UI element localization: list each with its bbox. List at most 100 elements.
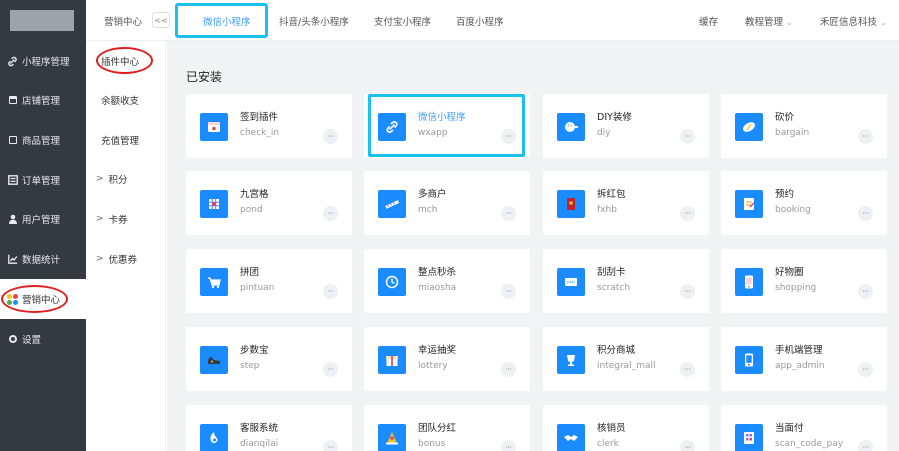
more-icon[interactable]: ···	[501, 129, 516, 144]
sidebar-item-stats[interactable]: 数据统计	[0, 239, 86, 279]
plugin-name: 砍价	[775, 112, 795, 123]
plugin-card-bonus[interactable]: 团队分红 bonus ···	[364, 405, 530, 451]
subnav-item-balance[interactable]: 余额收支	[86, 90, 166, 110]
list-icon	[7, 175, 18, 186]
subnav-item-label: 充值管理	[101, 136, 140, 147]
subnav-item-label: 积分	[108, 175, 128, 186]
more-icon[interactable]: ···	[858, 284, 873, 299]
plugin-card-scan-code-pay[interactable]: 当面付 scan_code_pay ···	[721, 405, 887, 451]
tab-alipay[interactable]: 支付宝小程序	[374, 14, 431, 28]
sidebar-item-settings[interactable]: 设置	[0, 319, 86, 359]
plugin-card-mch[interactable]: 多商户 mch ···	[364, 171, 530, 235]
more-icon[interactable]: ···	[680, 129, 695, 144]
sidebar-item-label: 营销中心	[22, 295, 61, 306]
more-icon[interactable]: ···	[858, 440, 873, 451]
collapse-button[interactable]: <<	[152, 12, 170, 28]
plugin-card-scratch[interactable]: 刮刮卡 scratch ···	[543, 249, 709, 313]
plugin-key: check_in	[240, 128, 280, 138]
more-icon[interactable]: ···	[858, 206, 873, 221]
tab-baidu[interactable]: 百度小程序	[456, 14, 504, 28]
chevron-right-icon: >	[96, 214, 104, 224]
tab-douyin[interactable]: 抖音/头条小程序	[279, 14, 349, 28]
more-icon[interactable]: ···	[323, 284, 338, 299]
plugin-card-shopping[interactable]: 好物圈 shopping ···	[721, 249, 887, 313]
sidebar-item-label: 小程序管理	[22, 57, 70, 68]
plugin-card-clerk[interactable]: 核销员 clerk ···	[543, 405, 709, 451]
subnav-item-cards[interactable]: > 卡券	[86, 209, 166, 229]
booking-icon	[735, 190, 763, 218]
plugin-name: 整点秒杀	[418, 267, 457, 278]
plugin-name: 九宫格	[240, 189, 269, 200]
more-icon[interactable]: ···	[858, 129, 873, 144]
plugin-key: shopping	[775, 283, 817, 293]
sidebar-item-label: 数据统计	[22, 255, 61, 266]
more-icon[interactable]: ···	[501, 362, 516, 377]
user-icon	[7, 214, 18, 225]
sidebar-item-label: 订单管理	[22, 176, 61, 187]
sidebar-item-users[interactable]: 用户管理	[0, 199, 86, 239]
subnav-item-coupons[interactable]: > 优惠券	[86, 249, 166, 269]
more-icon[interactable]: ···	[501, 206, 516, 221]
plugin-name: DIY装修	[597, 112, 632, 123]
plugin-card-fxhb[interactable]: 拆红包 fxhb ···	[543, 171, 709, 235]
plugin-card-step[interactable]: 步数宝 step ···	[186, 327, 352, 391]
sidebar-item-store[interactable]: 店铺管理	[0, 80, 86, 120]
more-icon[interactable]: ···	[680, 206, 695, 221]
plugin-card-diy[interactable]: DIY装修 diy ···	[543, 94, 709, 158]
plugin-name: 团队分红	[418, 423, 457, 434]
plugin-card-dianqilai[interactable]: 客服系统 dianqilai ···	[186, 405, 352, 451]
plugin-card-app-admin[interactable]: 手机端管理 app_admin ···	[721, 327, 887, 391]
sidebar-item-orders[interactable]: 订单管理	[0, 160, 86, 200]
subnav-item-points[interactable]: > 积分	[86, 169, 166, 189]
link-icon	[7, 56, 18, 67]
more-icon[interactable]: ···	[501, 284, 516, 299]
more-icon[interactable]: ···	[323, 129, 338, 144]
grid-icon	[200, 190, 228, 218]
plugin-card-check-in[interactable]: 签到插件 check_in ···	[186, 94, 352, 158]
team-icon	[378, 424, 406, 451]
highlight-box	[175, 3, 268, 38]
plugin-name: 拼团	[240, 267, 260, 278]
more-icon[interactable]: ···	[680, 362, 695, 377]
plugin-card-booking[interactable]: 预约 booking ···	[721, 171, 887, 235]
more-icon[interactable]: ···	[680, 440, 695, 451]
plugin-card-integral-mall[interactable]: 积分商城 integral_mall ···	[543, 327, 709, 391]
company-menu[interactable]: 禾匠信息科技 ⌄	[820, 14, 887, 28]
sidebar-item-goods[interactable]: 商品管理	[0, 120, 86, 160]
subnav-item-label: 卡券	[108, 215, 128, 226]
plugin-key: wxapp	[418, 128, 448, 138]
service-icon	[200, 424, 228, 451]
plugin-name: 微信小程序	[418, 112, 466, 123]
more-icon[interactable]: ···	[323, 362, 338, 377]
logo	[0, 0, 86, 41]
main-sidebar: 小程序管理 店铺管理 商品管理 订单管理 用户管理 数据统计 营销中心 设置	[0, 0, 86, 451]
plugin-card-pintuan[interactable]: 拼团 pintuan ···	[186, 249, 352, 313]
plugin-card-wxapp[interactable]: 微信小程序 wxapp ···	[364, 94, 530, 158]
gift-icon	[378, 346, 406, 374]
plugin-name: 客服系统	[240, 423, 279, 434]
plugin-key: pond	[240, 205, 263, 215]
shop-icon	[378, 190, 406, 218]
sidebar-item-miniprogram[interactable]: 小程序管理	[0, 41, 86, 81]
chevron-down-icon: ⌄	[786, 18, 793, 27]
plugin-card-bargain[interactable]: 砍价 bargain ···	[721, 94, 887, 158]
more-icon[interactable]: ···	[858, 362, 873, 377]
box-icon	[7, 135, 18, 146]
plugin-name: 步数宝	[240, 345, 269, 356]
plugin-key: scratch	[597, 283, 631, 293]
more-icon[interactable]: ···	[680, 284, 695, 299]
plugin-card-miaosha[interactable]: 整点秒杀 miaosha ···	[364, 249, 530, 313]
more-icon[interactable]: ···	[501, 440, 516, 451]
more-icon[interactable]: ···	[323, 440, 338, 451]
subnav-item-label: 优惠券	[108, 255, 138, 266]
more-icon[interactable]: ···	[323, 206, 338, 221]
tutorial-menu[interactable]: 教程管理 ⌄	[745, 14, 793, 28]
plugin-card-lottery[interactable]: 幸运抽奖 lottery ···	[364, 327, 530, 391]
plugin-card-pond[interactable]: 九宫格 pond ···	[186, 171, 352, 235]
subnav-item-recharge[interactable]: 充值管理	[86, 130, 166, 150]
plugin-key: pintuan	[240, 283, 275, 293]
sidebar-item-marketing[interactable]: 营销中心	[0, 279, 86, 319]
chevron-down-icon: ⌄	[880, 18, 887, 27]
subnav-item-plugins[interactable]: 插件中心	[86, 51, 166, 71]
cache-link[interactable]: 缓存	[699, 14, 718, 28]
